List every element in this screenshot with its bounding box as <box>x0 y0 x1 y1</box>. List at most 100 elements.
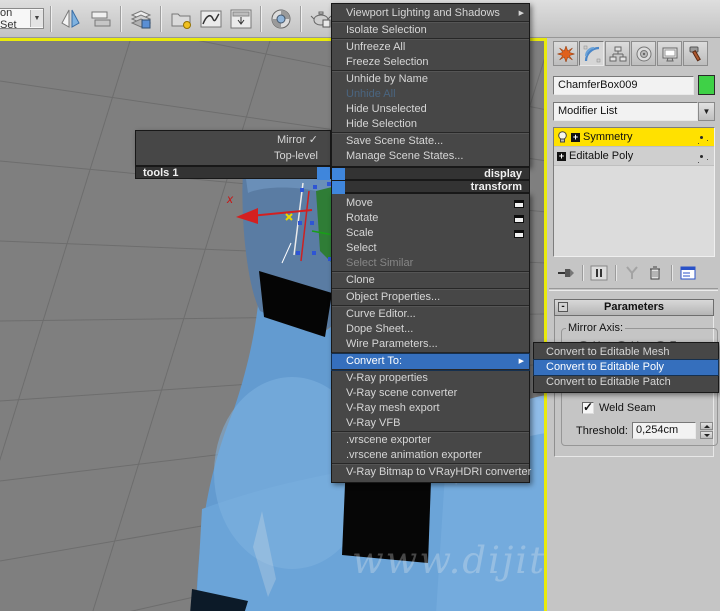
toolbar-separator <box>671 265 672 281</box>
menu-item[interactable]: Clone <box>332 273 529 289</box>
tab-hierarchy[interactable] <box>605 41 630 66</box>
mirror-icon[interactable] <box>57 5 84 33</box>
object-name-field[interactable]: ChamferBox009 <box>553 75 694 95</box>
render-setup-icon[interactable] <box>307 5 334 33</box>
object-color-swatch[interactable] <box>698 75 715 95</box>
chevron-down-icon[interactable]: ▼ <box>698 102 715 121</box>
tab-motion[interactable] <box>631 41 656 66</box>
toolbar-separator <box>50 5 51 32</box>
quad-menu-transform: Move Rotate Scale Select Select Similar … <box>331 193 531 483</box>
make-unique-icon[interactable] <box>623 265 641 281</box>
menu-item[interactable]: V-Ray properties <box>332 371 529 386</box>
schematic-view-icon-glyph <box>230 9 251 28</box>
menu-item[interactable]: Hide Selection <box>332 117 529 133</box>
schematic-view-icon[interactable] <box>227 5 254 33</box>
stack-row-label: Symmetry <box>583 131 633 143</box>
submenu-item[interactable]: Convert to Editable Poly <box>533 359 719 376</box>
menu-item[interactable]: Hide Unselected <box>332 102 529 117</box>
expand-plus-icon[interactable]: + <box>571 132 580 142</box>
parameters-rollout-header[interactable]: - Parameters <box>554 299 714 316</box>
convert-to-submenu: Convert to Editable Mesh Convert to Edit… <box>533 342 719 393</box>
display-monitor-icon <box>662 47 677 61</box>
tab-display[interactable] <box>657 41 682 66</box>
lightbulb-icon[interactable] <box>557 130 568 144</box>
menu-item[interactable]: Wire Parameters... <box>332 337 529 353</box>
modifier-list-dropdown[interactable]: Modifier List <box>553 102 698 121</box>
align-icon[interactable] <box>87 5 114 33</box>
menu-item[interactable]: Select Similar <box>332 256 529 272</box>
menu-item[interactable]: .vrscene exporter <box>332 433 529 448</box>
menu-item[interactable]: V-Ray mesh export <box>332 401 529 416</box>
quad-menu-column: Viewport Lighting and Shadows Isolate Se… <box>331 3 531 483</box>
menu-item[interactable]: Convert To: <box>331 353 530 371</box>
menu-item[interactable]: Mirror <box>136 132 330 148</box>
weld-seam-label: Weld Seam <box>599 402 656 414</box>
weld-seam-checkbox[interactable] <box>582 400 594 414</box>
menu-item[interactable]: Viewport Lighting and Shadows <box>332 6 529 22</box>
stack-toolbar <box>557 265 716 281</box>
remove-modifier-icon[interactable] <box>646 265 664 281</box>
watermark: www.dijitalkeys.com <box>352 539 547 582</box>
menu-item[interactable]: Isolate Selection <box>332 23 529 39</box>
threshold-label: Threshold: <box>576 424 628 437</box>
menu-item[interactable]: V-Ray scene converter <box>332 386 529 401</box>
tab-modify[interactable] <box>579 41 604 66</box>
selection-set-value: on Set <box>0 6 17 31</box>
pin-stack-icon[interactable] <box>557 265 575 281</box>
menu-item[interactable]: .vrscene animation exporter <box>332 448 529 464</box>
command-panel: ChamferBox009 Modifier List ▼ + Symmetry… <box>547 38 720 611</box>
toolbar-separator <box>300 5 301 32</box>
menu-item[interactable]: Curve Editor... <box>332 307 529 322</box>
configure-modifier-sets-icon[interactable] <box>679 265 697 281</box>
threshold-field[interactable]: 0,254cm <box>631 422 696 439</box>
menu-item[interactable]: Top-level <box>136 148 330 164</box>
tab-utilities[interactable] <box>683 41 708 66</box>
menu-item[interactable]: Dope Sheet... <box>332 322 529 337</box>
quad-header-tools1[interactable]: tools 1 <box>135 166 331 180</box>
quad-header-transform[interactable]: transform <box>331 180 530 194</box>
material-editor-icon[interactable] <box>267 5 294 33</box>
submenu-item[interactable]: Convert to Editable Mesh <box>534 345 718 360</box>
configure-modifier-sets-glyph <box>680 266 696 280</box>
spinner-up-icon[interactable] <box>699 422 713 430</box>
container-icon[interactable] <box>167 5 194 33</box>
curve-editor-icon[interactable] <box>197 5 224 33</box>
submenu-item[interactable]: Convert to Editable Patch <box>534 375 718 390</box>
menu-item[interactable]: Freeze Selection <box>332 55 529 71</box>
toolbar-separator <box>582 265 583 281</box>
layer-manager-icon[interactable] <box>127 5 154 33</box>
mirror-icon-glyph <box>60 9 80 28</box>
render-setup-icon-glyph <box>310 11 331 27</box>
menu-item[interactable]: Unhide by Name <box>332 72 529 87</box>
menu-item[interactable]: Save Scene State... <box>332 134 529 149</box>
x-axis-label: x <box>226 192 234 206</box>
selection-set-dropdown[interactable]: on Set ▼ <box>0 6 44 31</box>
menu-item[interactable]: Manage Scene States... <box>332 149 529 164</box>
menu-item[interactable]: Rotate <box>332 211 529 226</box>
menu-item[interactable]: V-Ray Bitmap to VRayHDRI converter <box>332 465 531 480</box>
spinner-down-icon[interactable] <box>699 431 713 439</box>
menu-item[interactable]: Select <box>332 241 529 256</box>
menu-item[interactable]: V-Ray VFB <box>332 416 529 432</box>
menu-item[interactable]: Unhide All <box>332 87 529 102</box>
curve-editor-icon-glyph <box>200 10 221 27</box>
menu-item[interactable]: Unfreeze All <box>332 40 529 55</box>
expand-plus-icon[interactable]: + <box>557 151 566 161</box>
stack-row-editable-poly[interactable]: + Editable Poly <box>554 147 714 166</box>
command-panel-tabs <box>553 41 716 66</box>
show-end-result-icon[interactable] <box>590 265 608 281</box>
mirror-axis-label: Mirror Axis: <box>568 322 623 334</box>
stack-row-symmetry[interactable]: + Symmetry <box>554 128 714 147</box>
toolbar-separator <box>120 5 121 32</box>
rollout-title: Parameters <box>604 301 664 313</box>
quad-header-display[interactable]: display <box>331 167 530 181</box>
menu-item[interactable]: Scale <box>332 226 529 241</box>
menu-item[interactable]: Move <box>332 196 529 211</box>
container-icon-glyph <box>171 13 191 29</box>
menu-item[interactable]: Object Properties... <box>332 290 529 306</box>
material-editor-icon-glyph <box>271 9 290 28</box>
stack-row-label: Editable Poly <box>569 150 634 162</box>
tab-create[interactable] <box>553 41 578 66</box>
show-end-result-glyph <box>590 265 608 281</box>
collapse-icon[interactable]: - <box>558 302 568 312</box>
